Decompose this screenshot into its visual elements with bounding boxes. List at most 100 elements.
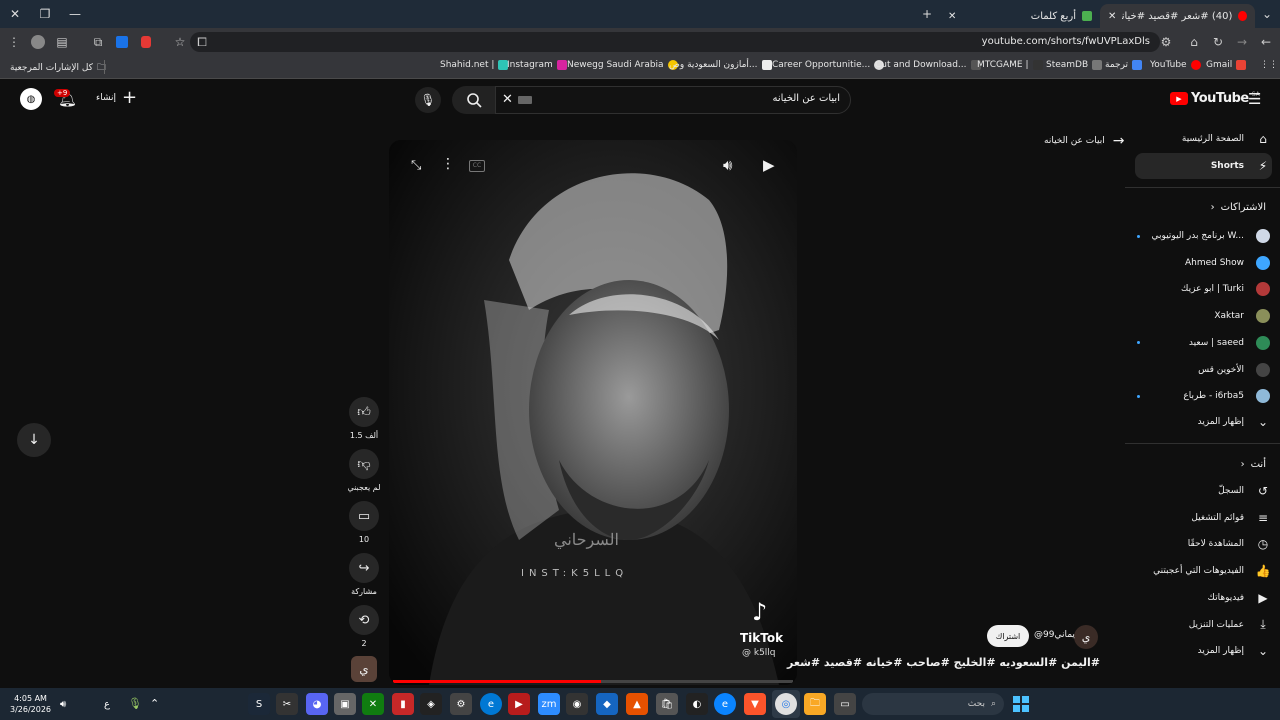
profile-avatar[interactable] <box>28 32 48 52</box>
sidebar-subscription-item[interactable]: الأخوين قس <box>1127 359 1272 381</box>
volume-icon[interactable]: 🔊︎ <box>723 156 732 174</box>
next-short-button[interactable]: ↓ <box>17 423 51 457</box>
bookmark-mtcgame[interactable]: MTCGAME | <box>977 60 1043 70</box>
bookmark-translate[interactable]: ترجمة <box>1105 60 1143 70</box>
restore-window-icon[interactable]: ❐ <box>30 0 60 28</box>
comments-button[interactable]: ▭ <box>349 501 379 531</box>
show-hidden-icons-chevron[interactable]: ⌃ <box>150 697 159 710</box>
play-icon[interactable]: ▶ <box>763 156 775 174</box>
sidebar-you-item[interactable]: إظهار المزيد ⌄ <box>1127 640 1272 662</box>
minimize-window-icon[interactable]: — <box>60 0 90 28</box>
bookmark-career[interactable]: Career Opportunitie... <box>772 60 885 70</box>
sidebar-you-item[interactable]: المشاهدة لاحقًا ◷ <box>1127 533 1272 555</box>
red-app-taskbar-icon[interactable]: ▮ <box>392 693 414 715</box>
voice-search-button[interactable]: 🎙︎ <box>415 87 441 113</box>
like-button[interactable]: 👍︎ <box>349 397 379 427</box>
bookmark-instagram[interactable]: Instagram <box>507 60 567 70</box>
app-taskbar-icon[interactable]: ▣ <box>334 693 356 715</box>
input-language[interactable]: ع <box>104 699 110 710</box>
sidebar-item-shorts[interactable]: Shorts ⚡ <box>1127 155 1272 177</box>
menu-dots-icon[interactable]: ⋮ <box>4 32 24 52</box>
task-view-taskbar-icon[interactable]: ▭ <box>834 693 856 715</box>
tab-words[interactable]: أربع كلمات ✕ <box>940 4 1100 28</box>
account-avatar[interactable]: ◍ <box>20 88 42 110</box>
subscriptions-header[interactable]: › الاشتراكات <box>1211 202 1266 213</box>
search-button[interactable] <box>452 86 495 114</box>
back-to-search[interactable]: ابيات عن الخيانه → <box>1044 133 1124 149</box>
youtube-logo[interactable]: ▶ YouTube SA <box>1170 91 1260 106</box>
close-tab-icon[interactable]: ✕ <box>1108 11 1116 22</box>
sidebar-subscription-item[interactable]: ابو عزيك | Turki <box>1127 278 1272 300</box>
bookmark-star-icon[interactable]: ☆ <box>170 32 190 52</box>
extension-blue-icon[interactable] <box>112 32 132 52</box>
sidebar-you-item[interactable]: السجلّ ↺ <box>1127 480 1272 502</box>
bookmark-gmail[interactable]: Gmail <box>1206 60 1247 70</box>
sidebar-subscription-item[interactable]: برنامج بدر اليوتيوبي W... <box>1127 225 1272 247</box>
bookmark-cut[interactable]: Cut and Download... <box>875 60 981 70</box>
bookmark-steamdb[interactable]: SteamDB <box>1046 60 1103 70</box>
back-icon[interactable]: ← <box>1256 32 1276 52</box>
captions-icon[interactable]: CC <box>469 160 485 172</box>
sidebar-you-item[interactable]: فيديوهاتك ▶ <box>1127 587 1272 609</box>
you-header[interactable]: › أنت <box>1241 459 1266 470</box>
channel-name[interactable]: @يماني99 <box>1034 630 1075 640</box>
extension-icon[interactable]: ▤ <box>52 32 72 52</box>
app-blue-taskbar-icon[interactable]: ◆ <box>596 693 618 715</box>
chrome-taskbar-icon[interactable]: ◎ <box>775 693 797 715</box>
obs-taskbar-icon[interactable]: ◉ <box>566 693 588 715</box>
mic-tray-icon[interactable]: 🎙︎ <box>128 697 142 710</box>
file-explorer-taskbar-icon[interactable]: 🗀 <box>804 693 826 715</box>
channel-avatar[interactable]: ي <box>1074 625 1098 649</box>
bookmark-newegg[interactable]: Newegg Saudi Arabia <box>567 60 678 70</box>
sidebar-you-item[interactable]: عمليات التنزيل ⤓ <box>1127 614 1272 636</box>
taskbar-search-box[interactable]: بحث ⌕ <box>862 693 1004 715</box>
capcut-taskbar-icon[interactable]: ✂ <box>276 693 298 715</box>
steam-taskbar-icon[interactable]: S <box>248 693 270 715</box>
zoom-taskbar-icon[interactable]: zm <box>538 693 560 715</box>
tab-youtube-short[interactable]: (40) #شعر #قصيد #خيانه #صاحـ ✕ <box>1100 4 1255 28</box>
media-player-taskbar-icon[interactable]: ▶ <box>508 693 530 715</box>
remix-button[interactable]: ⟲ <box>349 605 379 635</box>
sidebar-you-item[interactable]: قوائم التشغيل ≡ <box>1127 507 1272 529</box>
subscribe-button[interactable]: اشتراك <box>987 625 1029 647</box>
dislike-button[interactable]: 👎︎ <box>349 449 379 479</box>
bookmark-all[interactable]: كل الإشارات المرجعية 🗀 <box>10 60 106 76</box>
edge-taskbar-icon[interactable]: e <box>714 693 736 715</box>
sidebar-subscription-item[interactable]: Xaktar <box>1127 305 1272 327</box>
close-tab-icon[interactable]: ✕ <box>948 11 956 22</box>
extension-red-icon[interactable] <box>136 32 156 52</box>
xbox-taskbar-icon[interactable]: ✕ <box>362 693 384 715</box>
bookmark-youtube[interactable]: YouTube <box>1150 60 1201 70</box>
progress-track[interactable] <box>393 680 793 683</box>
sidebar-subscription-item[interactable]: طرباع - i6rba5 <box>1127 385 1272 407</box>
fullscreen-icon[interactable]: ⤡ <box>411 158 421 173</box>
hamburger-menu-icon[interactable]: ☰ <box>1248 90 1261 108</box>
sound-thumbnail[interactable]: ي <box>351 656 377 682</box>
new-tab-button[interactable]: + <box>912 0 942 28</box>
davinci-taskbar-icon[interactable]: ◈ <box>420 693 442 715</box>
settings-gear-taskbar-icon[interactable]: ⚙ <box>450 693 472 715</box>
sidebar-subscription-item[interactable]: سعيد | saeed <box>1127 332 1272 354</box>
bookmark-shahid[interactable]: Shahid.net | <box>440 60 509 70</box>
close-window-icon[interactable]: ✕ <box>0 0 30 28</box>
taskbar-clock[interactable]: 4:05 AM 3/26/2026 <box>10 693 51 715</box>
extensions-puzzle-icon[interactable]: ⧉ <box>88 32 108 52</box>
sidebar-subscription-item[interactable]: Ahmed Show <box>1127 252 1272 274</box>
more-options-icon[interactable]: ⋮ <box>441 156 455 172</box>
store-taskbar-icon[interactable]: 🛍︎ <box>656 693 678 715</box>
windows-start-icon[interactable] <box>1010 693 1032 715</box>
tab-search-icon[interactable]: ⌄ <box>1256 0 1278 28</box>
short-video-player[interactable]: ⤡ ⋮ CC 🔊︎ ▶ السرحاني INST:K5LLQ ♪ TikTok… <box>389 140 797 685</box>
home-icon[interactable]: ⌂ <box>1184 32 1204 52</box>
sidebar-you-item[interactable]: الفيديوهات التي أعجبتني 👍 <box>1127 560 1272 582</box>
brave-taskbar-icon[interactable]: ▼ <box>744 693 766 715</box>
discord-taskbar-icon[interactable]: ◕ <box>306 693 328 715</box>
vlc-taskbar-icon[interactable]: ▲ <box>626 693 648 715</box>
reload-icon[interactable]: ↻ <box>1208 32 1228 52</box>
site-settings-icon[interactable]: ⚙ <box>1156 32 1176 52</box>
keyboard-icon[interactable] <box>518 96 532 104</box>
github-taskbar-icon[interactable]: ◐ <box>686 693 708 715</box>
sidebar-item-home[interactable]: الصفحة الرئيسية ⌂ <box>1127 128 1272 150</box>
create-button[interactable]: إنشاء + <box>96 89 137 107</box>
clear-search-icon[interactable]: ✕ <box>502 92 513 107</box>
